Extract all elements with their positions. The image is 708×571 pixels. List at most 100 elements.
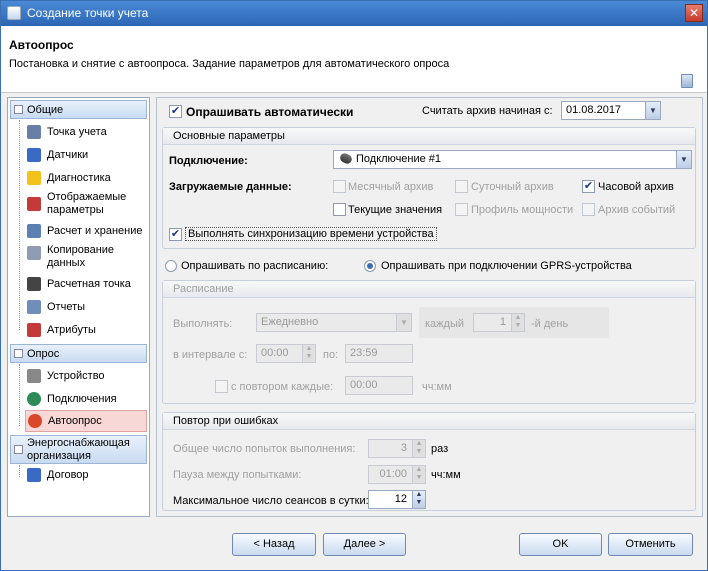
sidebar-item-metering-point[interactable]: Точка учета: [25, 124, 147, 140]
repeat-field[interactable]: 00:00: [345, 376, 413, 395]
spinner-arrows-icon[interactable]: ▲ ▼: [302, 345, 315, 362]
collapse-icon[interactable]: [14, 105, 23, 114]
up-arrow-icon[interactable]: ▲: [416, 466, 423, 473]
every-label: каждый: [425, 318, 464, 330]
back-button[interactable]: < Назад: [232, 533, 316, 556]
attribute-icon: [27, 323, 41, 337]
up-arrow-icon[interactable]: ▲: [306, 345, 313, 352]
schedule-panel: Расписание Выполнять: Ежедневно ▼ каждый…: [162, 280, 696, 404]
next-button[interactable]: Далее >: [323, 533, 406, 556]
down-arrow-icon[interactable]: ▼: [515, 322, 522, 329]
run-label: Выполнять:: [173, 318, 233, 330]
spinner-arrows-icon[interactable]: ▲ ▼: [511, 314, 524, 331]
connection-label: Подключение:: [169, 155, 248, 167]
basic-params-title: Основные параметры: [163, 128, 695, 145]
retry-panel: Повтор при ошибках Общее число попыток в…: [162, 412, 696, 511]
window-title: Создание точки учета: [27, 6, 149, 20]
time-sync-checkbox[interactable]: ✔: [169, 228, 182, 241]
pause-value: 01:00: [379, 468, 407, 480]
sidebar-item-connections[interactable]: Подключения: [25, 391, 147, 407]
archive-start-date[interactable]: 01.08.2017 ▼: [561, 101, 661, 120]
sidebar-item-label: Копирование данных: [47, 244, 115, 269]
calendar-dropdown-icon[interactable]: ▼: [645, 102, 660, 119]
gprs-radio[interactable]: [364, 260, 376, 272]
current-values-checkbox[interactable]: [333, 203, 346, 216]
interval-to-field[interactable]: 23:59: [345, 344, 413, 363]
every-spinner[interactable]: 1 ▲ ▼: [473, 313, 525, 332]
sidebar-group-label: Энергоснабжающая организация: [27, 437, 130, 462]
page-title: Автоопрос: [9, 38, 74, 52]
up-arrow-icon[interactable]: ▲: [416, 440, 423, 447]
monthly-archive-checkbox[interactable]: [333, 180, 346, 193]
trash-icon[interactable]: [681, 74, 693, 88]
autopoll-checkbox[interactable]: ✔: [169, 105, 182, 118]
schedule-radio[interactable]: [165, 260, 177, 272]
repeat-checkbox[interactable]: [215, 380, 228, 393]
sidebar-item-calc-point[interactable]: Расчетная точка: [25, 276, 147, 292]
spinner-arrows-icon[interactable]: ▲ ▼: [412, 491, 425, 508]
sidebar-item-label: Договор: [47, 469, 89, 481]
archive-start-label: Считать архив начиная с:: [422, 105, 553, 117]
every-day-group: каждый 1 ▲ ▼ -й день: [419, 307, 609, 338]
sidebar-item-sensors[interactable]: Датчики: [25, 147, 147, 163]
sidebar-group-general[interactable]: Общие: [10, 100, 147, 119]
warning-icon: [27, 171, 41, 185]
close-button[interactable]: ✕: [685, 4, 703, 22]
schedule-title: Расписание: [163, 281, 695, 298]
pause-unit: чч:мм: [431, 469, 461, 481]
max-sessions-spinner[interactable]: 12 ▲ ▼: [368, 490, 426, 509]
hourly-archive-checkbox[interactable]: ✔: [582, 180, 595, 193]
sidebar-item-copy-data[interactable]: Копирование данных: [25, 243, 147, 271]
tree-line: [19, 465, 20, 477]
max-sessions-value: 12: [394, 493, 407, 505]
sidebar-item-attributes[interactable]: Атрибуты: [25, 322, 147, 338]
down-arrow-icon[interactable]: ▼: [416, 448, 423, 455]
sidebar-item-displayed-params[interactable]: Отображаемые параметры: [25, 190, 147, 218]
monthly-archive-label: Месячный архив: [348, 181, 434, 193]
down-arrow-icon[interactable]: ▼: [306, 353, 313, 360]
connection-value: Подключение #1: [356, 153, 442, 165]
interval-label: в интервале с:: [173, 349, 248, 361]
sidebar-item-autopoll[interactable]: Автоопрос: [25, 410, 147, 432]
collapse-icon[interactable]: [14, 445, 23, 454]
sidebar-group-energy-supplier[interactable]: Энергоснабжающая организация: [10, 435, 147, 464]
spinner-arrows-icon[interactable]: ▲ ▼: [412, 466, 425, 483]
event-archive-checkbox[interactable]: [582, 203, 595, 216]
sidebar-item-label: Автоопрос: [48, 415, 102, 427]
collapse-icon[interactable]: [14, 349, 23, 358]
spinner-arrows-icon[interactable]: ▲ ▼: [412, 440, 425, 457]
chevron-down-icon[interactable]: ▼: [676, 151, 691, 168]
chevron-down-icon[interactable]: ▼: [396, 314, 411, 331]
interval-from-field[interactable]: 00:00 ▲ ▼: [256, 344, 316, 363]
sidebar-item-device[interactable]: Устройство: [25, 368, 147, 384]
daily-archive-checkbox[interactable]: [455, 180, 468, 193]
pause-spinner[interactable]: 01:00 ▲ ▼: [368, 465, 426, 484]
loaded-data-label: Загружаемые данные:: [169, 181, 292, 193]
app-icon: [7, 6, 21, 20]
up-arrow-icon[interactable]: ▲: [515, 314, 522, 321]
sidebar-item-contract[interactable]: Договор: [25, 467, 147, 483]
run-select[interactable]: Ежедневно ▼: [256, 313, 412, 332]
down-arrow-icon[interactable]: ▼: [416, 474, 423, 481]
dialog-window: Создание точки учета ✕ Автоопрос Постано…: [0, 0, 708, 571]
sidebar-item-label: Подключения: [47, 393, 117, 405]
up-arrow-icon[interactable]: ▲: [416, 491, 423, 498]
run-value: Ежедневно: [261, 316, 319, 328]
power-profile-checkbox[interactable]: [455, 203, 468, 216]
sidebar-group-polling[interactable]: Опрос: [10, 344, 147, 363]
sidebar-item-calc-storage[interactable]: Расчет и хранение: [25, 223, 147, 239]
sidebar-item-reports[interactable]: Отчеты: [25, 299, 147, 315]
pause-label: Пауза между попытками:: [173, 469, 302, 481]
gprs-radio-label: Опрашивать при подключении GPRS-устройст…: [381, 260, 632, 272]
cancel-button[interactable]: Отменить: [608, 533, 693, 556]
sidebar-group-label: Общие: [27, 104, 64, 116]
sidebar-item-label: Атрибуты: [47, 324, 96, 336]
sidebar-item-label: Отчеты: [47, 301, 86, 313]
total-attempts-spinner[interactable]: 3 ▲ ▼: [368, 439, 426, 458]
connection-select[interactable]: Подключение #1 ▼: [333, 150, 692, 169]
down-arrow-icon[interactable]: ▼: [416, 499, 423, 506]
ok-button[interactable]: OK: [519, 533, 602, 556]
daily-archive-label: Суточный архив: [471, 181, 554, 193]
plug-icon: [338, 151, 354, 166]
sidebar-item-diagnostics[interactable]: Диагностика: [25, 170, 147, 186]
